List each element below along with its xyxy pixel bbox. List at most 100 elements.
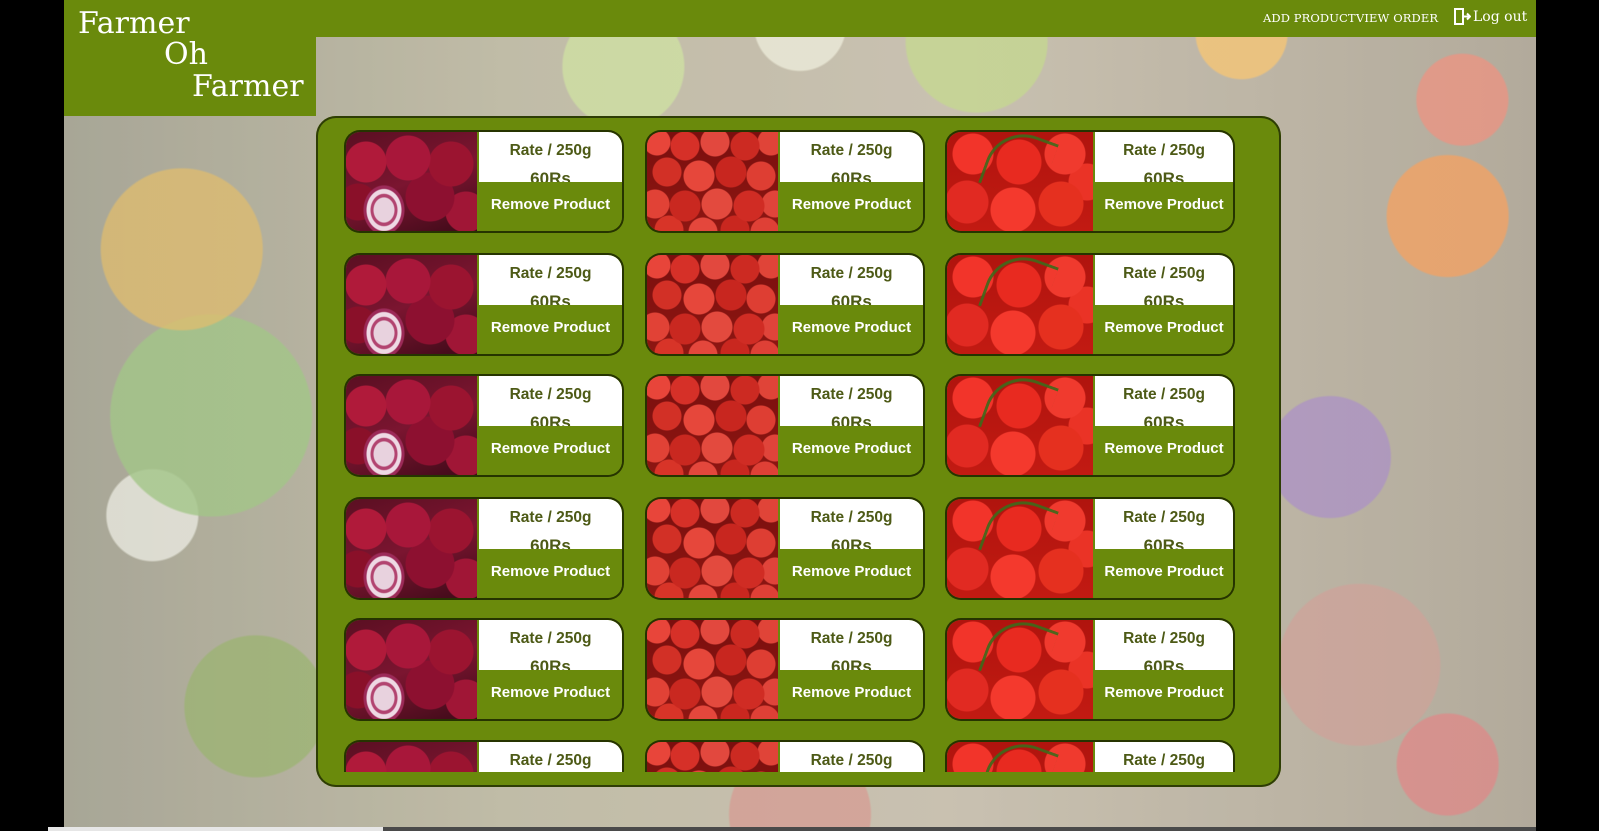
product-rate: Rate / 250g — [509, 630, 592, 647]
product-card-tomato: Rate / 250g 60RsRemove Product — [947, 620, 1233, 719]
product-price: 60Rs — [530, 169, 571, 182]
logo-line-1: Farmer — [78, 6, 190, 41]
red-apples-photo — [647, 132, 778, 231]
product-price: 60Rs — [530, 413, 571, 426]
product-card-tomato: Rate / 250g60RsRemove Product — [947, 742, 1233, 772]
remove-product-button[interactable]: Remove Product — [479, 305, 622, 354]
product-card-tomato: Rate / 250g 60RsRemove Product — [947, 132, 1233, 231]
product-rate: Rate / 250g — [1123, 509, 1205, 526]
product-price: 60Rs — [831, 657, 872, 670]
product-info: Rate / 250g 60RsRemove Product — [1095, 132, 1233, 231]
product-price: 60Rs — [1143, 413, 1185, 426]
tomatoes-photo — [947, 132, 1093, 231]
product-panel[interactable]: Rate / 250g 60Rs Remove Product Rate / 250g… — [316, 116, 1281, 787]
product-price: 60Rs — [1143, 169, 1185, 182]
product-info: Rate / 250g60RsRemove Product — [1095, 376, 1233, 475]
product-price: 60Rs — [1143, 657, 1185, 670]
product-grid: Rate / 250g 60Rs Remove Product Rate / 250g… — [316, 116, 1281, 772]
remove-product-button[interactable]: Remove Product — [479, 670, 622, 719]
red-onion-photo — [346, 255, 477, 354]
product-info: Rate / 250g 60RsRemove Product — [780, 255, 923, 354]
product-rate: Rate / 250g — [509, 752, 592, 769]
product-card-apple: Rate / 250g 60RsRemove Product — [647, 620, 923, 719]
product-card-tomato: Rate / 250g60RsRemove Product — [947, 376, 1233, 475]
product-rate: Rate / 250g — [1123, 265, 1205, 282]
product-rate: Rate / 250g — [509, 509, 592, 526]
product-info: Rate / 250g 60RsRemove Product — [780, 620, 923, 719]
product-info: Rate / 250g 60RsRemove Product — [479, 132, 622, 231]
product-card-apple: Rate / 250g 60RsRemove Product — [647, 376, 923, 475]
remove-product-button[interactable]: Remove Product — [780, 426, 923, 475]
product-price: 60Rs — [831, 536, 872, 549]
remove-product-button[interactable]: Remove Product — [479, 182, 622, 231]
product-info: Rate / 250g60RsRemove Product — [780, 742, 923, 772]
product-card-onion: Rate / 250g 60RsRemove Product — [346, 376, 622, 475]
tomatoes-photo — [947, 376, 1093, 475]
red-onion-photo — [346, 499, 477, 598]
product-card-tomato: Rate / 250g 60RsRemove Product — [947, 499, 1233, 598]
remove-product-button[interactable]: Remove Product — [479, 426, 622, 475]
red-apples-photo — [647, 376, 778, 475]
logout-button[interactable]: Log out — [1453, 7, 1527, 26]
product-price: 60Rs — [530, 292, 571, 305]
product-rate: Rate / 250g — [810, 265, 893, 282]
logo-line-2: Oh — [164, 37, 208, 72]
product-rate: Rate / 250g — [810, 386, 893, 403]
product-info: Rate / 250g60RsRemove Product — [479, 742, 622, 772]
product-price: 60Rs — [1143, 292, 1185, 305]
remove-product-button[interactable]: Remove Product — [780, 182, 923, 231]
product-rate: Rate / 250g — [810, 142, 893, 159]
product-card-apple: Rate / 250g 60RsRemove Product — [647, 132, 923, 231]
remove-product-button[interactable]: Remove Product — [479, 549, 622, 598]
red-onion-photo — [346, 620, 477, 719]
nav-add-product-link[interactable]: ADD PRODUCT — [1263, 11, 1356, 25]
product-rate: Rate / 250g — [1123, 630, 1205, 647]
site-logo[interactable]: Farmer Oh Farmer — [64, 0, 316, 116]
red-onion-photo — [346, 742, 477, 772]
red-apples-photo — [647, 499, 778, 598]
nav-view-order-link[interactable]: VIEW ORDER — [1356, 11, 1438, 25]
remove-product-button[interactable]: Remove Product — [1095, 305, 1233, 354]
product-card-apple: Rate / 250g60RsRemove Product — [647, 742, 923, 772]
product-price: 60Rs — [831, 169, 872, 182]
horizontal-scrollbar-track[interactable] — [383, 827, 1536, 831]
product-rate: Rate / 250g — [509, 142, 592, 159]
red-apples-photo — [647, 620, 778, 719]
remove-product-button[interactable]: Remove Product — [1095, 182, 1233, 231]
product-info: Rate / 250g 60RsRemove Product — [479, 255, 622, 354]
product-price: 60Rs — [831, 292, 872, 305]
product-rate: Rate / 250g — [509, 386, 592, 403]
product-price: 60Rs — [530, 536, 571, 549]
red-apples-photo — [647, 255, 778, 354]
product-info: Rate / 250g 60RsRemove Product — [479, 499, 622, 598]
remove-product-button[interactable]: Remove Product — [780, 670, 923, 719]
product-info: Rate / 250g60RsRemove Product — [1095, 742, 1233, 772]
product-price: 60Rs — [530, 657, 571, 670]
remove-product-button[interactable]: Remove Product — [780, 305, 923, 354]
product-rate: Rate / 250g — [1123, 142, 1205, 159]
red-onion-photo — [346, 376, 477, 475]
remove-product-button[interactable]: Remove Product — [1095, 426, 1233, 475]
product-rate: Rate / 250g — [810, 509, 893, 526]
logout-label: Log out — [1473, 8, 1528, 25]
horizontal-scrollbar-thumb[interactable] — [48, 827, 383, 831]
product-info: Rate / 250g 60RsRemove Product — [479, 620, 622, 719]
product-rate: Rate / 250g — [509, 265, 592, 282]
product-price: 60Rs — [831, 413, 872, 426]
product-card-onion: Rate / 250g60RsRemove Product — [346, 742, 622, 772]
product-card-onion: Rate / 250g 60RsRemove Product — [346, 132, 622, 231]
product-card-apple: Rate / 250g 60RsRemove Product — [647, 499, 923, 598]
product-price: 60Rs — [1143, 536, 1185, 549]
tomatoes-photo — [947, 255, 1093, 354]
product-info: Rate / 250g 60RsRemove Product — [479, 376, 622, 475]
product-info: Rate / 250g 60RsRemove Product — [1095, 255, 1233, 354]
tomatoes-photo — [947, 499, 1093, 598]
remove-product-button[interactable]: Remove Product — [1095, 549, 1233, 598]
remove-product-button[interactable]: Remove Product — [780, 549, 923, 598]
product-info: Rate / 250g 60RsRemove Product — [780, 376, 923, 475]
red-apples-photo — [647, 742, 778, 772]
product-info: Rate / 250g 60RsRemove Product — [780, 132, 923, 231]
tomatoes-photo — [947, 742, 1093, 772]
remove-product-button[interactable]: Remove Product — [1095, 670, 1233, 719]
product-rate: Rate / 250g — [810, 630, 893, 647]
